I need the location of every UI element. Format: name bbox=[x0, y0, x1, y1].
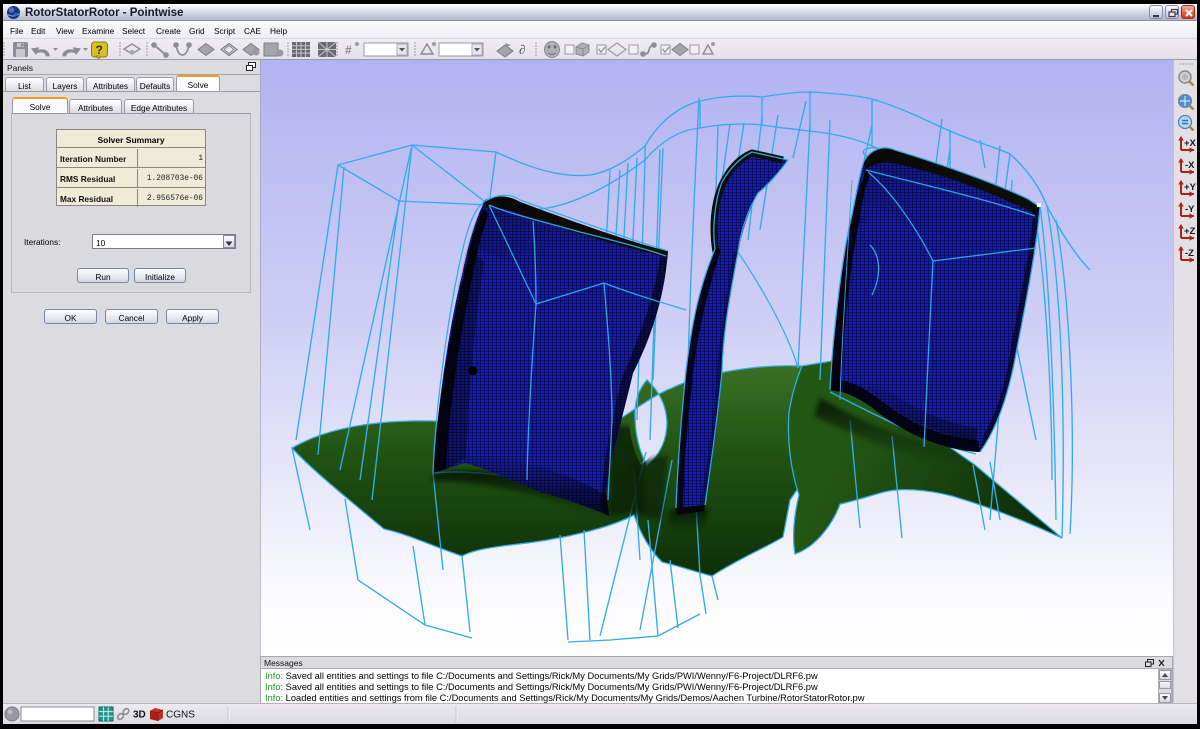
svg-text:#: # bbox=[345, 43, 352, 57]
svg-text:∂: ∂ bbox=[519, 42, 525, 57]
svg-text:3D: 3D bbox=[133, 710, 146, 721]
svg-text:-X: -X bbox=[1185, 160, 1195, 171]
svg-text:?: ? bbox=[96, 43, 103, 57]
svg-text:+Z: +Z bbox=[1184, 226, 1196, 237]
svg-text:-Z: -Z bbox=[1185, 248, 1194, 259]
svg-text:CGNS: CGNS bbox=[166, 710, 195, 721]
svg-text:+Y: +Y bbox=[1184, 182, 1197, 193]
svg-text:+X: +X bbox=[1184, 138, 1197, 149]
svg-text:-Y: -Y bbox=[1185, 204, 1195, 215]
